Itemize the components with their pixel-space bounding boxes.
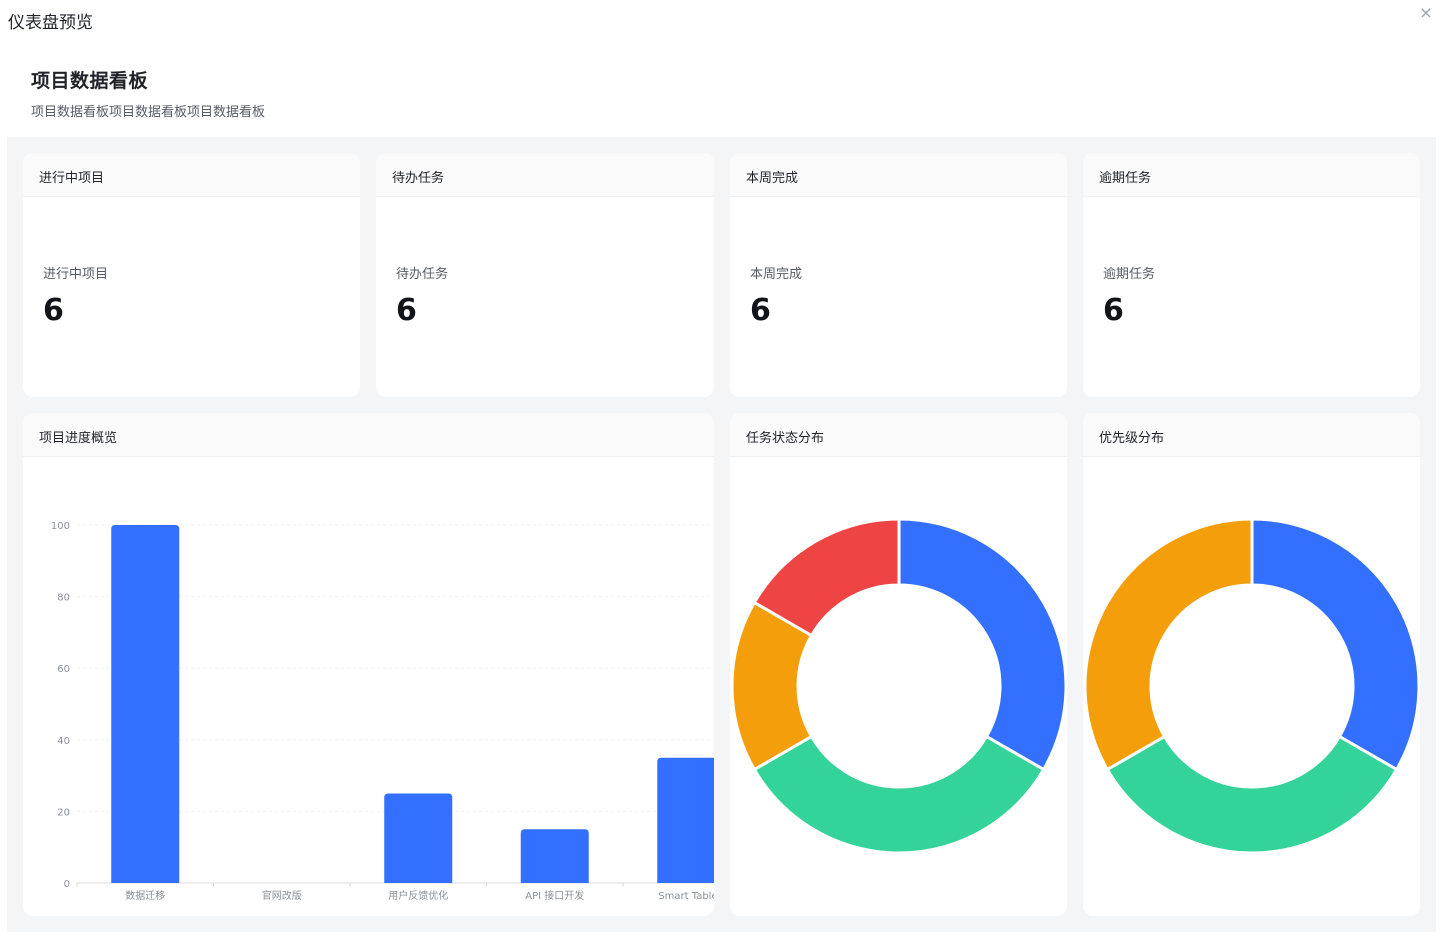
chart-card-project-progress: 项目进度概览 0 20 40 60 80 100 数据迁移 官网改版 用户反馈优化 API 接口开…: [23, 413, 714, 916]
stat-value: 6: [1103, 293, 1124, 328]
bar-chart: 0 20 40 60 80 100 数据迁移 官网改版 用户反馈优化 API 接口开发 Smart …: [51, 521, 714, 902]
modal-title: 仪表盘预览: [8, 13, 93, 33]
stat-label: 进行中项目: [43, 267, 109, 282]
bar[interactable]: [384, 793, 453, 884]
card-header: 逾期任务: [1083, 153, 1420, 197]
donut-slice[interactable]: [752, 735, 1046, 855]
card-header: 任务状态分布: [730, 413, 1067, 457]
status-donut-chart: [730, 517, 1067, 855]
dashboard-canvas: 进行中项目 进行中项目 6 待办任务 待办任务 6 本周完成 本周完成 6 逾期…: [7, 137, 1436, 932]
dashboard-header: 项目数据看板 项目数据看板项目数据看板项目数据看板: [31, 66, 265, 120]
stat-value: 6: [396, 293, 417, 328]
x-tick-label: API 接口开发: [525, 889, 584, 902]
x-tick-label: 数据迁移: [125, 889, 165, 902]
y-tick-label: 100: [51, 521, 70, 532]
stat-label: 待办任务: [396, 267, 449, 282]
x-tick-label: 用户反馈优化: [388, 889, 448, 902]
close-icon[interactable]: ×: [1417, 4, 1435, 22]
bar[interactable]: [657, 757, 714, 883]
stat-label: 逾期任务: [1103, 267, 1156, 282]
x-tick-label: 官网改版: [262, 889, 302, 902]
bar[interactable]: [111, 525, 180, 883]
stat-card-todo-tasks: 待办任务 待办任务 6: [376, 153, 714, 397]
stat-value: 6: [750, 293, 771, 328]
chart-card-task-status: 任务状态分布: [730, 413, 1067, 916]
card-header: 项目进度概览: [23, 413, 714, 457]
stat-value: 6: [43, 293, 64, 328]
donut-slice[interactable]: [1250, 517, 1420, 771]
bar[interactable]: [520, 829, 589, 883]
donut-slice[interactable]: [1105, 735, 1399, 855]
donut-slice[interactable]: [897, 517, 1067, 771]
stat-card-overdue-tasks: 逾期任务 逾期任务 6: [1083, 153, 1420, 397]
card-header: 本周完成: [730, 153, 1067, 197]
card-header: 待办任务: [376, 153, 714, 197]
stat-card-active-projects: 进行中项目 进行中项目 6: [23, 153, 360, 397]
stat-card-week-completed: 本周完成 本周完成 6: [730, 153, 1067, 397]
card-header: 进行中项目: [23, 153, 360, 197]
chart-card-priority: 优先级分布: [1083, 413, 1420, 916]
y-tick-label: 60: [57, 664, 70, 675]
card-header: 优先级分布: [1083, 413, 1420, 457]
y-tick-label: 40: [57, 736, 70, 747]
priority-donut-chart: [1083, 517, 1420, 855]
y-tick-label: 0: [64, 879, 70, 890]
dashboard-subtitle: 项目数据看板项目数据看板项目数据看板: [31, 105, 266, 120]
y-tick-label: 20: [57, 807, 70, 818]
dashboard-title: 项目数据看板: [31, 70, 149, 92]
donut-slice[interactable]: [1083, 517, 1254, 771]
stat-label: 本周完成: [750, 267, 803, 282]
modal-header: 仪表盘预览 ×: [0, 0, 1445, 40]
x-tick-label: Smart Table :: [658, 891, 714, 902]
y-tick-label: 80: [57, 593, 70, 604]
